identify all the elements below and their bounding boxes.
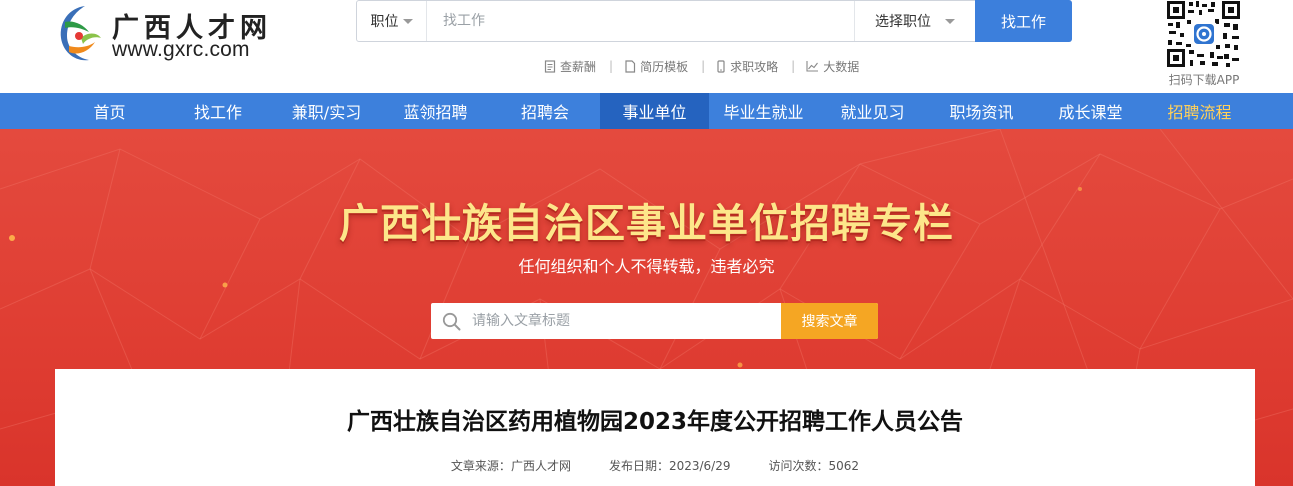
article-card: 广西壮族自治区药用植物园2023年度公开招聘工作人员公告 文章来源：广西人才网 … — [55, 369, 1255, 486]
logo-url: www.gxrc.com — [112, 38, 250, 61]
document-icon — [544, 59, 556, 73]
article-search-bar: 搜索文章 — [431, 303, 878, 339]
quick-tools: 查薪酬 | 简历模板 | 求职攻略 | 大数据 — [544, 57, 859, 75]
chevron-down-icon — [402, 18, 413, 24]
article-date-label: 发布日期： — [608, 459, 669, 473]
search-icon — [442, 312, 461, 331]
job-type-select[interactable]: 选择职位 — [854, 1, 975, 41]
nav-item-public-institution[interactable]: 事业单位 — [600, 93, 709, 129]
nav-item-growth-class[interactable]: 成长课堂 — [1036, 93, 1145, 129]
tool-salary[interactable]: 查薪酬 — [544, 58, 596, 75]
job-search-bar: 职位 选择职位 找工作 — [356, 0, 1072, 42]
article-views: 访问次数：5062 — [769, 457, 860, 474]
article-source-value: 广西人才网 — [510, 459, 571, 473]
qr-caption: 扫码下载APP — [1168, 73, 1240, 87]
article-meta: 文章来源：广西人才网 发布日期：2023/6/29 访问次数：5062 — [55, 457, 1255, 474]
nav-item-recruit-process[interactable]: 招聘流程 — [1145, 93, 1254, 129]
article-source: 文章来源：广西人才网 — [451, 457, 571, 474]
article-date-value: 2023/6/29 — [668, 459, 731, 473]
job-type-select-label: 选择职位 — [875, 14, 931, 30]
site-logo[interactable]: 广西人才网 www.gxrc.com — [55, 2, 270, 64]
chevron-down-icon — [945, 18, 955, 24]
article-title: 广西壮族自治区药用植物园2023年度公开招聘工作人员公告 — [346, 409, 963, 435]
nav-item-graduate-employment[interactable]: 毕业生就业 — [709, 93, 818, 129]
tool-job-tips-label: 求职攻略 — [730, 59, 779, 74]
nav-item-internship-program[interactable]: 就业见习 — [818, 93, 927, 129]
tool-resume-template[interactable]: 简历模板 — [624, 58, 688, 75]
article-date: 发布日期：2023/6/29 — [609, 457, 731, 474]
tool-divider: | — [609, 59, 614, 73]
tool-divider: | — [791, 59, 796, 73]
article-source-label: 文章来源： — [450, 459, 511, 473]
tool-big-data[interactable]: 大数据 — [806, 58, 859, 75]
article-views-value: 5062 — [828, 459, 860, 473]
logo-mark-icon — [60, 6, 101, 61]
search-category-dropdown[interactable]: 职位 — [357, 1, 427, 41]
tool-resume-template-label: 简历模板 — [640, 59, 689, 74]
nav-item-find-job[interactable]: 找工作 — [164, 93, 272, 129]
banner-subtitle: 任何组织和个人不得转载，违者必究 — [518, 257, 775, 276]
tool-salary-label: 查薪酬 — [560, 59, 597, 74]
phone-icon — [717, 59, 725, 73]
file-icon — [625, 59, 636, 73]
job-search-button[interactable]: 找工作 — [975, 0, 1072, 42]
tool-divider: | — [701, 59, 706, 73]
chart-line-icon — [806, 61, 819, 72]
article-views-label: 访问次数： — [768, 459, 829, 473]
tool-job-tips[interactable]: 求职攻略 — [716, 58, 778, 75]
nav-item-job-fair[interactable]: 招聘会 — [490, 93, 600, 129]
article-search-button[interactable]: 搜索文章 — [781, 303, 878, 339]
article-search-input[interactable] — [472, 303, 772, 339]
nav-item-home[interactable]: 首页 — [55, 93, 164, 129]
nav-item-career-news[interactable]: 职场资讯 — [927, 93, 1036, 129]
nav-item-blue-collar[interactable]: 蓝领招聘 — [381, 93, 490, 129]
banner-title: 广西壮族自治区事业单位招聘专栏 — [339, 201, 954, 247]
site-header: 广西人才网 www.gxrc.com 职位 选择职位 找工作 查薪酬 | — [0, 0, 1293, 93]
main-nav: 首页 找工作 兼职/实习 蓝领招聘 招聘会 事业单位 毕业生就业 就业见习 职场… — [0, 93, 1293, 129]
nav-item-part-time[interactable]: 兼职/实习 — [272, 93, 381, 129]
app-qr-code[interactable] — [1166, 0, 1241, 68]
job-search-input[interactable] — [443, 1, 843, 41]
tool-big-data-label: 大数据 — [823, 59, 860, 74]
search-category-label: 职位 — [370, 14, 399, 30]
